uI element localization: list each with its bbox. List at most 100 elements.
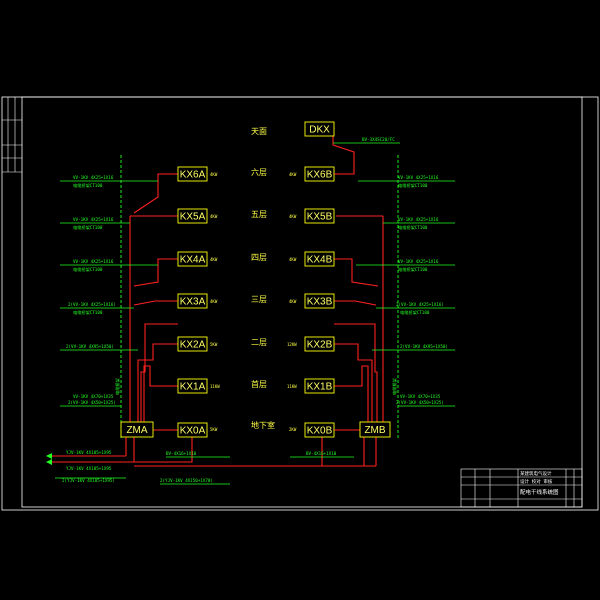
panel-label: KX2A [180, 340, 206, 351]
cable-label: 电缆桥架CT100 [400, 309, 430, 316]
cable-label: VV-1KV 4X25+1X16 [73, 259, 114, 264]
cable-label: 电缆桥架CT100 [398, 224, 428, 231]
cable-label: 2(YJV-1KV 4X150+1X70) [160, 478, 213, 483]
panel-label: KX3A [180, 297, 206, 308]
panel-kx4a[interactable]: KX4A [177, 251, 208, 267]
panel-kx5a[interactable]: KX5A [177, 208, 208, 224]
cable-label: VV-1KV 4X25+1X16 [398, 259, 439, 264]
load-label: 4KW [210, 214, 218, 219]
panel-kx0b[interactable]: KX0B [304, 422, 335, 438]
panel-label: KX4A [180, 255, 206, 266]
panel-label: KX2B [307, 340, 333, 351]
cable-label: VV-1KV 4X25+1X16 [73, 217, 114, 222]
panels-right: KX6B KX5B KX4B KX3B KX2B KX1B KX0B [304, 166, 335, 438]
panel-label: KX1A [180, 382, 206, 393]
panel-zma[interactable]: ZMA [120, 421, 154, 438]
floor-labels: 天面 六层 五层 四层 三层 二层 首层 地下室 [251, 127, 275, 430]
load-label: 5KW [210, 427, 218, 432]
panel-label: KX3B [307, 297, 333, 308]
cable-label: VV-1KV 4X25+1X16 [73, 175, 114, 180]
cable-label: 电缆桥架CT100 [73, 182, 103, 189]
cable-label: 2(VV-1KV 4X25+1X16) [396, 302, 444, 307]
load-label: 4KW [210, 172, 218, 177]
title-block-row: 设计 校对 审核 [520, 478, 553, 485]
panel-label: KX6A [180, 170, 206, 181]
riser-annotation: 电缆桥架 [114, 378, 121, 395]
load-label: 4KW [210, 257, 218, 262]
load-label: 11KW [210, 384, 220, 389]
panel-label: ZMB [364, 425, 385, 436]
panel-label: DKX [309, 125, 330, 136]
panel-dkx[interactable]: DKX [304, 121, 335, 137]
load-label: 11KW [287, 384, 297, 389]
load-label: 12KW [287, 342, 297, 347]
panel-kx6b[interactable]: KX6B [304, 166, 335, 182]
panel-kx6a[interactable]: KX6A [177, 166, 208, 182]
load-label: 4KW [289, 299, 297, 304]
floor-label: 三层 [251, 295, 267, 304]
cable-label: BV-4X16+1X10 [306, 451, 337, 456]
panel-kx3b[interactable]: KX3B [304, 293, 335, 309]
panel-kx1b[interactable]: KX1B [304, 378, 335, 394]
cable-label: 电缆桥架CT100 [73, 266, 103, 273]
floor-label: 首层 [251, 379, 267, 389]
cad-drawing-canvas: 天面 六层 五层 四层 三层 二层 首层 地下室 DKX KX6A KX5A K… [1, 96, 599, 511]
panel-kx2b[interactable]: KX2B [304, 336, 335, 352]
cable-label: BV-4X16+1X10 [166, 451, 197, 456]
cable-label: 电缆桥架CT100 [73, 224, 103, 231]
floor-label: 天面 [251, 127, 267, 136]
panel-label: KX6B [307, 170, 333, 181]
loads-left: 4KW 4KW 4KW 4KW 5KW 11KW 5KW [210, 172, 220, 432]
cable-label: VV-1KV 4X25+1X16 [398, 217, 439, 222]
panel-label: KX4B [307, 255, 333, 266]
cable-label: VV-1KV 4X70+1X35 [400, 394, 441, 399]
incoming-arrows [46, 453, 52, 465]
panel-label: ZMA [126, 425, 147, 436]
load-label: 4KW [289, 214, 297, 219]
binding-strip [2, 97, 22, 173]
cable-labels-left: VV-1KV 4X25+1X16 电缆桥架CT100 VV-1KV 4X25+1… [66, 175, 116, 405]
cable-label: 2(VV-1KV 4X95+1X50) [66, 344, 114, 349]
panel-kx3a[interactable]: KX3A [177, 293, 208, 309]
panel-label: KX0B [307, 426, 333, 437]
load-label: 2KW [289, 427, 297, 432]
floor-label: 四层 [251, 253, 267, 262]
load-label: 4KW [289, 257, 297, 262]
panel-kx2a[interactable]: KX2A [177, 336, 208, 352]
cable-label: YJV-1KV 4X185+1X95 [66, 450, 112, 455]
cable-label: BV-3X4SC20/FC [362, 137, 395, 142]
floor-label: 五层 [251, 210, 267, 219]
panel-kx1a[interactable]: KX1A [177, 378, 208, 394]
cable-label: 2(VV-1KV 4X25+1X16) [68, 302, 116, 307]
cable-label: 2(VV-1KV 4X95+1X50) [400, 344, 448, 349]
cable-labels-right: VV-1KV 4X25+1X16 电缆桥架CT100 VV-1KV 4X25+1… [396, 175, 448, 405]
drawing-title: 配电干线系统图 [520, 488, 559, 496]
panels-left: KX6A KX5A KX4A KX3A KX2A KX1A KX0A [177, 166, 208, 438]
panel-label: KX0A [180, 426, 206, 437]
panel-kx5b[interactable]: KX5B [304, 208, 335, 224]
panel-kx0a[interactable]: KX0A [177, 422, 208, 438]
cable-label: YJV-1KV 4X185+1X95 [66, 466, 112, 471]
loads-right: 4KW 4KW 4KW 4KW 12KW 11KW 2KW [287, 172, 297, 432]
panel-label: KX5B [307, 212, 333, 223]
panel-kx4b[interactable]: KX4B [304, 251, 335, 267]
floor-label: 地下室 [251, 420, 275, 430]
panel-label: KX5A [180, 212, 206, 223]
cable-label: 2(YJV-1KV 4X185+1X95) [62, 478, 115, 483]
cable-label: 电缆桥架CT100 [398, 266, 428, 273]
load-label: 4KW [289, 172, 297, 177]
cable-leaders [55, 142, 455, 485]
load-label: 5KW [210, 342, 218, 347]
floor-label: 六层 [251, 167, 267, 177]
load-label: 4KW [210, 299, 218, 304]
title-block-row: 某建筑电气设计 [520, 470, 552, 477]
floor-label: 二层 [251, 338, 267, 347]
cable-label: 电缆桥架CT100 [73, 309, 103, 316]
riser-annotation: 电缆桥架 [391, 378, 398, 395]
panel-label: KX1B [307, 382, 333, 393]
panel-zmb[interactable]: ZMB [359, 421, 391, 438]
cable-label: VV-1KV 4X25+1X16 [398, 175, 439, 180]
cable-label: 2(VV-1KV 4X50+1X25) [68, 400, 116, 405]
cable-label: 电缆桥架CT100 [398, 182, 428, 189]
cable-label: 2(VV-1KV 4X50+1X25) [396, 400, 444, 405]
